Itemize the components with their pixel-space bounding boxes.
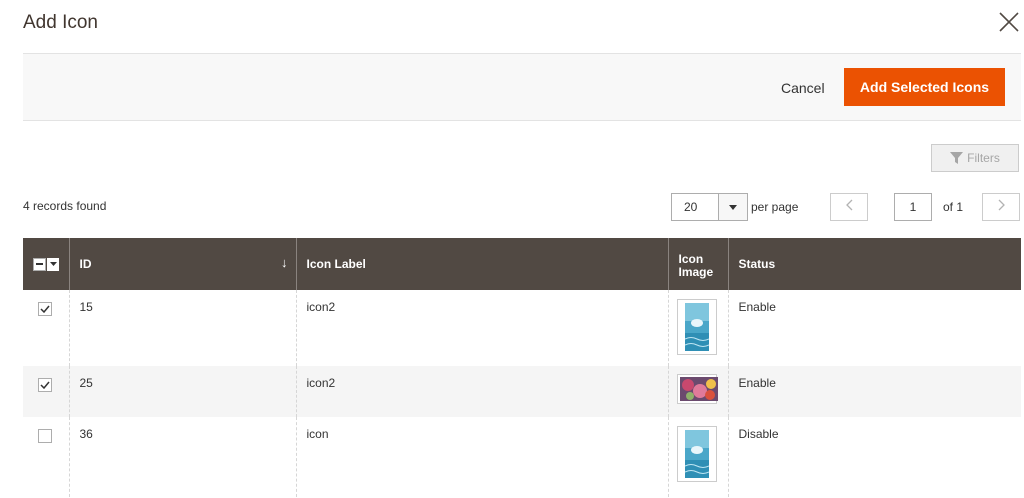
per-page-label: per page bbox=[751, 200, 799, 214]
chevron-right-icon bbox=[998, 198, 1005, 216]
row-icon-label: icon2 bbox=[296, 290, 669, 366]
row-id: 36 bbox=[69, 417, 297, 497]
water-thumbnail-image[interactable] bbox=[676, 299, 717, 355]
row-icon-image-cell bbox=[668, 290, 729, 366]
mass-select-header bbox=[23, 238, 70, 290]
next-page-button[interactable] bbox=[982, 193, 1020, 221]
mass-select-checkbox[interactable] bbox=[33, 257, 46, 271]
per-page-select[interactable]: 20 bbox=[671, 193, 748, 221]
water-thumbnail-image[interactable] bbox=[676, 426, 717, 482]
caret-down-icon[interactable] bbox=[47, 257, 59, 271]
row-select-cell bbox=[23, 417, 70, 497]
chevron-left-icon bbox=[845, 198, 853, 216]
row-select-cell bbox=[23, 366, 70, 417]
per-page-value: 20 bbox=[672, 194, 719, 220]
table-row[interactable]: 15 icon2 Enable bbox=[23, 290, 1021, 366]
checkmark-icon bbox=[40, 381, 50, 389]
row-status: Enable bbox=[728, 366, 1021, 417]
table-row[interactable]: 36 icon Disable bbox=[23, 417, 1021, 497]
row-icon-image-cell bbox=[668, 417, 729, 497]
icons-grid: ID ↓ Icon Label Icon Image Status 15 ico… bbox=[23, 238, 1021, 497]
chevron-down-icon bbox=[719, 194, 747, 220]
modal-action-bar: Cancel Add Selected Icons bbox=[23, 53, 1021, 121]
row-id: 15 bbox=[69, 290, 297, 366]
column-header-icon-image: Icon Image bbox=[668, 238, 729, 290]
row-icon-image-cell bbox=[668, 366, 729, 417]
modal-title: Add Icon bbox=[23, 12, 98, 33]
filters-label: Filters bbox=[967, 151, 1000, 165]
row-checkbox[interactable] bbox=[38, 302, 52, 316]
add-selected-icons-button[interactable]: Add Selected Icons bbox=[844, 68, 1005, 106]
row-icon-label: icon2 bbox=[296, 366, 669, 417]
row-icon-label: icon bbox=[296, 417, 669, 497]
table-row[interactable]: 25 icon2 Enable bbox=[23, 366, 1021, 417]
row-checkbox[interactable] bbox=[38, 378, 52, 392]
filters-button[interactable]: Filters bbox=[931, 144, 1019, 172]
column-header-icon-label[interactable]: Icon Label bbox=[296, 238, 669, 290]
mass-select-control[interactable] bbox=[33, 257, 59, 271]
page-total: of 1 bbox=[943, 200, 964, 214]
row-status: Enable bbox=[728, 290, 1021, 366]
funnel-icon bbox=[950, 152, 964, 164]
records-found-count: 4 records found bbox=[23, 199, 107, 213]
row-id: 25 bbox=[69, 366, 297, 417]
checkmark-icon bbox=[40, 305, 50, 313]
row-checkbox[interactable] bbox=[38, 429, 52, 443]
column-header-id-label: ID bbox=[79, 257, 92, 271]
column-header-status[interactable]: Status bbox=[728, 238, 1021, 290]
row-select-cell bbox=[23, 290, 70, 366]
column-header-id[interactable]: ID ↓ bbox=[69, 238, 297, 290]
previous-page-button[interactable] bbox=[830, 193, 868, 221]
current-page-input[interactable] bbox=[894, 193, 932, 221]
close-icon[interactable] bbox=[997, 10, 1021, 34]
flowers-thumbnail-image[interactable] bbox=[676, 374, 718, 404]
row-status: Disable bbox=[728, 417, 1021, 497]
cancel-button[interactable]: Cancel bbox=[773, 74, 833, 102]
sort-arrow-down-icon: ↓ bbox=[281, 255, 288, 270]
